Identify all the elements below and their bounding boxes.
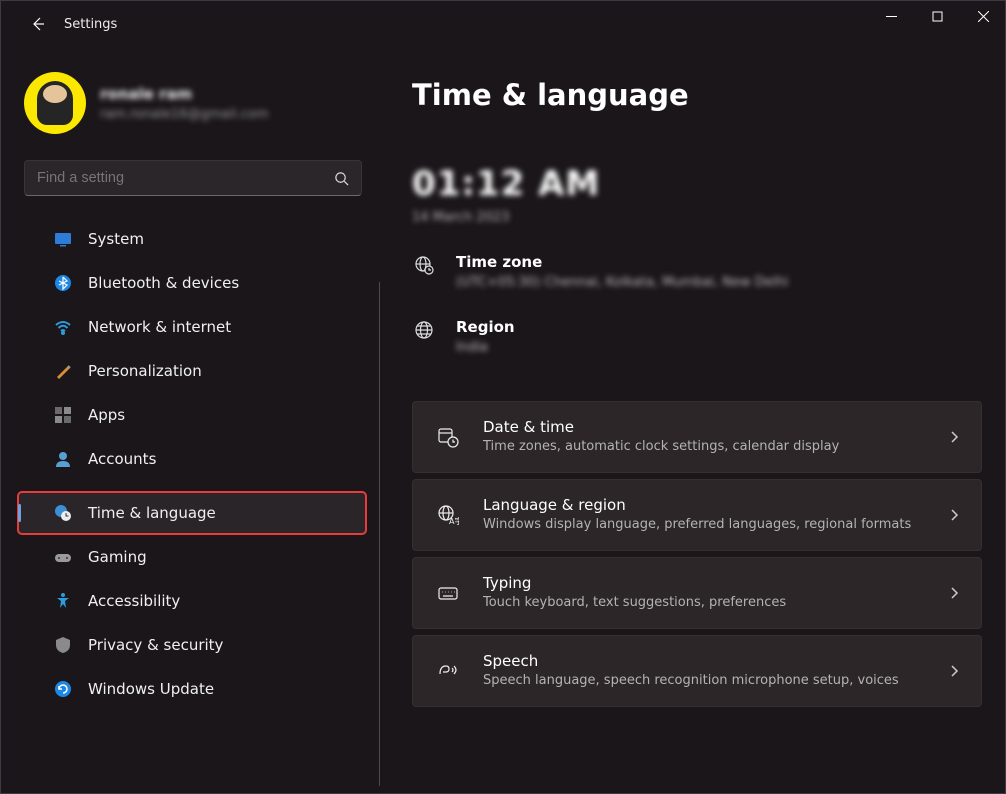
card-title: Typing	[483, 574, 925, 592]
card-title: Speech	[483, 652, 925, 670]
search-input[interactable]	[37, 170, 334, 186]
chevron-right-icon	[947, 664, 961, 678]
person-icon	[54, 450, 72, 468]
nav-label: Accessibility	[88, 592, 180, 610]
profile-email: ram.ronale16@gmail.com	[100, 107, 268, 122]
nav-label: System	[88, 230, 144, 248]
card-typing[interactable]: Typing Touch keyboard, text suggestions,…	[412, 557, 982, 629]
nav-label: Accounts	[88, 450, 156, 468]
profile-section[interactable]: ronale ram ram.ronale16@gmail.com	[0, 66, 380, 134]
minimize-button[interactable]	[868, 0, 914, 32]
nav-item-privacy[interactable]: Privacy & security	[18, 624, 366, 666]
nav-item-network[interactable]: Network & internet	[18, 306, 366, 348]
app-title: Settings	[64, 17, 117, 32]
nav-label: Network & internet	[88, 318, 231, 336]
sidebar: ronale ram ram.ronale16@gmail.com System…	[0, 48, 380, 794]
nav-label: Time & language	[88, 504, 216, 522]
language-globe-icon: A字	[435, 504, 461, 526]
maximize-icon	[932, 11, 943, 22]
region-label: Region	[456, 318, 515, 336]
back-button[interactable]	[18, 4, 58, 44]
update-icon	[54, 680, 72, 698]
nav-label: Privacy & security	[88, 636, 223, 654]
globe-clock-icon	[54, 504, 72, 522]
timezone-row: Time zone (UTC+05:30) Chennai, Kolkata, …	[412, 253, 982, 290]
nav-item-personalization[interactable]: Personalization	[18, 350, 366, 392]
title-bar: Settings	[0, 0, 1006, 48]
card-language-region[interactable]: A字 Language & region Windows display lan…	[412, 479, 982, 551]
nav-label: Apps	[88, 406, 125, 424]
nav-item-bluetooth[interactable]: Bluetooth & devices	[18, 262, 366, 304]
card-sub: Touch keyboard, text suggestions, prefer…	[483, 594, 925, 612]
maximize-button[interactable]	[914, 0, 960, 32]
avatar	[24, 72, 86, 134]
nav-item-system[interactable]: System	[18, 218, 366, 260]
search-box[interactable]	[24, 160, 362, 196]
accessibility-icon	[54, 592, 72, 610]
card-sub: Windows display language, preferred lang…	[483, 516, 925, 534]
nav-label: Personalization	[88, 362, 202, 380]
nav-item-gaming[interactable]: Gaming	[18, 536, 366, 578]
card-date-time[interactable]: Date & time Time zones, automatic clock …	[412, 401, 982, 473]
nav-label: Windows Update	[88, 680, 214, 698]
shield-icon	[54, 636, 72, 654]
gamepad-icon	[54, 548, 72, 566]
bluetooth-icon	[54, 274, 72, 292]
keyboard-icon	[435, 582, 461, 604]
timezone-value: (UTC+05:30) Chennai, Kolkata, Mumbai, Ne…	[456, 275, 788, 290]
region-globe-icon	[412, 318, 436, 355]
chevron-right-icon	[947, 586, 961, 600]
nav-label: Gaming	[88, 548, 147, 566]
card-speech[interactable]: Speech Speech language, speech recogniti…	[412, 635, 982, 707]
page-title: Time & language	[412, 78, 982, 112]
brush-icon	[54, 362, 72, 380]
nav-item-apps[interactable]: Apps	[18, 394, 366, 436]
system-icon	[54, 230, 72, 248]
cards-list: Date & time Time zones, automatic clock …	[412, 401, 982, 707]
content-area: Time & language 01:12 AM 14 March 2023 T…	[380, 48, 1006, 794]
chevron-right-icon	[947, 430, 961, 444]
nav-label: Bluetooth & devices	[88, 274, 239, 292]
close-icon	[978, 11, 989, 22]
nav-item-time-language[interactable]: Time & language	[18, 492, 366, 534]
svg-text:A字: A字	[449, 516, 459, 526]
back-arrow-icon	[30, 16, 46, 32]
nav-list: System Bluetooth & devices Network & int…	[0, 218, 380, 710]
search-icon	[334, 171, 349, 186]
window-controls	[868, 0, 1006, 32]
apps-icon	[54, 406, 72, 424]
nav-item-windows-update[interactable]: Windows Update	[18, 668, 366, 710]
card-sub: Speech language, speech recognition micr…	[483, 672, 925, 690]
timezone-label: Time zone	[456, 253, 788, 271]
nav-item-accessibility[interactable]: Accessibility	[18, 580, 366, 622]
card-title: Language & region	[483, 496, 925, 514]
profile-name: ronale ram	[100, 85, 268, 103]
speech-icon	[435, 660, 461, 682]
close-window-button[interactable]	[960, 0, 1006, 32]
wifi-icon	[54, 318, 72, 336]
clock: 01:12 AM	[412, 164, 982, 204]
calendar-clock-icon	[435, 426, 461, 448]
card-sub: Time zones, automatic clock settings, ca…	[483, 438, 925, 456]
date: 14 March 2023	[412, 210, 982, 225]
card-title: Date & time	[483, 418, 925, 436]
region-value: India	[456, 340, 515, 355]
chevron-right-icon	[947, 508, 961, 522]
minimize-icon	[886, 11, 897, 22]
region-row: Region India	[412, 318, 982, 355]
nav-item-accounts[interactable]: Accounts	[18, 438, 366, 480]
timezone-globe-icon	[412, 253, 436, 290]
